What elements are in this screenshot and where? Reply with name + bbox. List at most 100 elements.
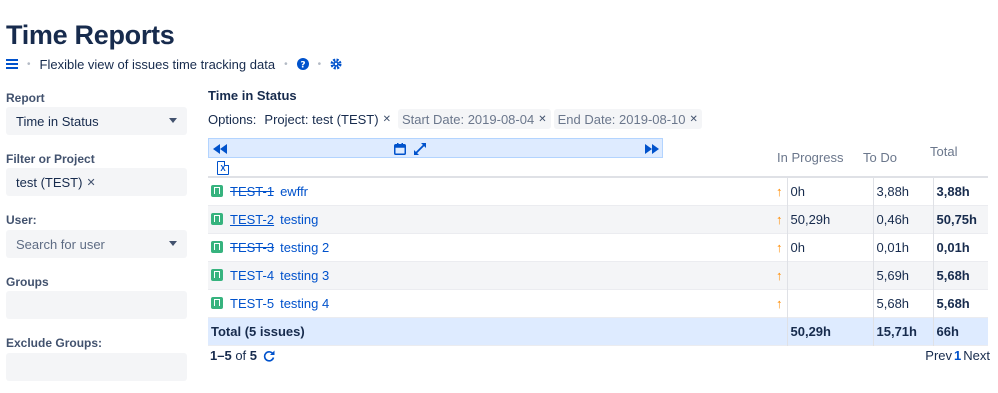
total-cell: 3,88h — [932, 177, 988, 205]
arrow-up-icon: ↑ — [776, 239, 783, 255]
issue-cell: TEST-5 testing 4 — [208, 289, 773, 317]
story-icon — [211, 296, 223, 309]
report-select-value: Time in Status — [16, 113, 99, 129]
arrow-up-icon: ↑ — [776, 295, 783, 311]
issue-cell: TEST-1 ewffr — [208, 177, 773, 205]
total-in-progress: 50,29h — [786, 317, 873, 345]
issue-summary-link[interactable]: testing — [280, 212, 318, 227]
table-row: TEST-3 testing 2 ↑ 0h 0,01h 0,01h — [208, 233, 988, 261]
remove-option-icon[interactable]: ✕ — [690, 114, 698, 125]
issue-cell: TEST-3 testing 2 — [208, 233, 773, 261]
total-cell: 0,01h — [932, 233, 988, 261]
issue-summary-link[interactable]: testing 4 — [280, 296, 329, 311]
to-do-cell: 5,69h — [872, 261, 933, 289]
report-table: TEST-1 ewffr ↑ 0h 3,88h 3,88h TEST-2 testi… — [208, 176, 988, 346]
section-title: Time in Status — [208, 88, 297, 103]
option-chip-label: End Date: 2019-08-10 — [557, 111, 686, 127]
date-navigation-toolbar — [208, 138, 663, 158]
page-subtitle: Flexible view of issues time tracking da… — [39, 56, 276, 72]
separator-dot: • — [27, 58, 31, 70]
expand-icon[interactable] — [414, 141, 426, 157]
option-chip-label: Project: test (TEST) — [264, 111, 379, 127]
in-progress-cell: 50,29h — [786, 205, 873, 233]
to-do-cell: 5,68h — [872, 289, 933, 317]
filter-project-field[interactable]: test (TEST) ✕ — [6, 168, 187, 196]
total-cell: 5,68h — [932, 289, 988, 317]
issue-key-link[interactable]: TEST-4 — [230, 268, 274, 283]
pagination-range: 1–5 — [210, 348, 232, 363]
in-progress-cell — [786, 261, 873, 289]
issue-key-link[interactable]: TEST-1 — [230, 184, 274, 199]
table-row: TEST-4 testing 3 ↑ 5,69h 5,68h — [208, 261, 988, 289]
priority-cell: ↑ — [773, 233, 787, 261]
priority-cell: ↑ — [773, 261, 787, 289]
excel-export-label: X — [220, 164, 226, 173]
subtitle-bar: • Flexible view of issues time tracking … — [6, 55, 342, 73]
in-progress-cell — [786, 289, 873, 317]
column-header-to-do[interactable]: To Do — [863, 150, 897, 165]
total-total: 66h — [932, 317, 988, 345]
remove-option-icon[interactable]: ✕ — [538, 114, 546, 125]
question-circle-icon[interactable]: ? — [296, 58, 309, 71]
table-row: TEST-5 testing 4 ↑ 5,68h 5,68h — [208, 289, 988, 317]
issue-summary-link[interactable]: ewffr — [280, 184, 308, 199]
separator-dot: • — [317, 58, 322, 70]
total-row: Total (5 issues) 50,29h 15,71h 66h — [208, 317, 988, 345]
arrow-up-icon: ↑ — [776, 211, 783, 227]
gear-icon[interactable] — [330, 58, 342, 70]
arrow-up-icon: ↑ — [776, 267, 783, 283]
hamburger-icon[interactable] — [6, 59, 18, 69]
priority-cell: ↑ — [773, 205, 787, 233]
pager-prev[interactable]: Prev — [925, 348, 952, 363]
page-title: Time Reports — [6, 20, 175, 50]
svg-text:?: ? — [300, 61, 305, 71]
story-icon — [211, 212, 223, 225]
groups-field[interactable] — [6, 291, 187, 319]
option-chip-end-date[interactable]: End Date: 2019-08-10 ✕ — [553, 109, 702, 129]
next-period-icon[interactable] — [645, 141, 659, 157]
issue-key-link[interactable]: TEST-3 — [230, 240, 274, 255]
pager-current-page[interactable]: 1 — [954, 348, 961, 363]
exclude-groups-field[interactable] — [6, 353, 187, 381]
user-search-placeholder: Search for user — [16, 236, 105, 252]
issue-key-link[interactable]: TEST-5 — [230, 296, 274, 311]
remove-tag-icon[interactable]: ✕ — [86, 176, 95, 189]
pagination-count: 5 — [249, 348, 258, 363]
pagination-of: of — [235, 348, 247, 363]
issue-summary-link[interactable]: testing 3 — [280, 268, 329, 283]
total-to-do: 15,71h — [872, 317, 933, 345]
remove-option-icon[interactable]: ✕ — [383, 114, 391, 125]
chevron-down-icon — [169, 118, 177, 123]
user-search-select[interactable]: Search for user — [6, 230, 187, 258]
calendar-icon[interactable] — [394, 141, 406, 157]
total-spacer — [773, 317, 787, 345]
option-chip-project[interactable]: Project: test (TEST) ✕ — [260, 109, 395, 129]
to-do-cell: 0,46h — [872, 205, 933, 233]
table-row: TEST-2 testing ↑ 50,29h 0,46h 50,75h — [208, 205, 988, 233]
user-label: User: — [6, 213, 37, 227]
groups-label: Groups — [6, 275, 49, 289]
column-header-total[interactable]: Total — [930, 144, 957, 159]
total-label: Total (5 issues) — [208, 317, 773, 345]
issue-summary-link[interactable]: testing 2 — [280, 240, 329, 255]
exclude-groups-label: Exclude Groups: — [6, 336, 103, 350]
story-icon — [211, 240, 223, 253]
to-do-cell: 0,01h — [872, 233, 933, 261]
previous-period-icon[interactable] — [213, 141, 227, 157]
issue-cell: TEST-2 testing — [208, 205, 773, 233]
issue-key-link[interactable]: TEST-2 — [230, 212, 274, 227]
filter-tag-label: test (TEST) — [16, 174, 83, 190]
story-icon — [211, 268, 223, 281]
refresh-icon[interactable] — [263, 350, 275, 362]
in-progress-cell: 0h — [786, 233, 873, 261]
report-select[interactable]: Time in Status — [6, 107, 187, 135]
options-bar: Options: Project: test (TEST) ✕ Start Da… — [208, 109, 705, 129]
excel-export-icon[interactable]: X — [217, 161, 229, 175]
arrow-up-icon: ↑ — [776, 183, 783, 199]
separator-dot: • — [284, 58, 288, 70]
column-header-in-progress[interactable]: In Progress — [777, 150, 843, 165]
priority-cell: ↑ — [773, 289, 787, 317]
pager-next[interactable]: Next — [963, 348, 990, 363]
total-cell: 50,75h — [932, 205, 988, 233]
option-chip-start-date[interactable]: Start Date: 2019-08-04 ✕ — [397, 109, 551, 129]
